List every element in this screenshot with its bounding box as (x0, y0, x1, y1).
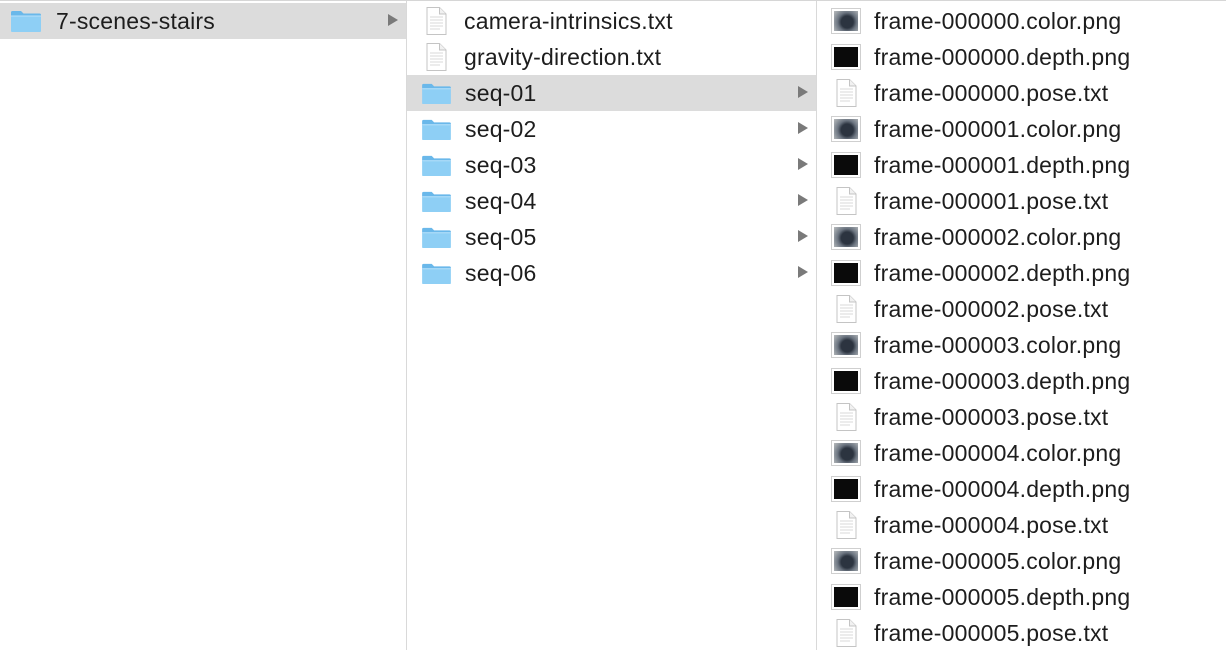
item-label: frame-000002.depth.png (874, 259, 1131, 286)
folder-row[interactable]: seq-06 (407, 255, 816, 291)
color-image-thumbnail-icon (831, 332, 861, 358)
color-image-thumbnail-icon (831, 224, 861, 250)
text-file-icon (831, 618, 861, 648)
file-row[interactable]: frame-000004.depth.png (817, 471, 1226, 507)
item-label: frame-000001.depth.png (874, 151, 1131, 178)
depth-image-thumbnail-icon (831, 260, 861, 286)
folder-icon (421, 82, 452, 105)
text-file-icon (831, 510, 861, 540)
finder-column-browser: 7-scenes-stairs camera-intrinsics.txt gra… (0, 0, 1226, 650)
color-image-thumbnail-icon (831, 440, 861, 466)
item-label: seq-06 (465, 259, 537, 286)
chevron-right-icon[interactable] (798, 194, 808, 206)
text-file-icon (831, 186, 861, 216)
file-row[interactable]: gravity-direction.txt (407, 39, 816, 75)
file-row[interactable]: frame-000000.depth.png (817, 39, 1226, 75)
item-label: frame-000001.color.png (874, 115, 1122, 142)
file-row[interactable]: frame-000003.pose.txt (817, 399, 1226, 435)
column-2[interactable]: camera-intrinsics.txt gravity-direction.t… (407, 1, 816, 650)
item-label: camera-intrinsics.txt (464, 7, 673, 34)
chevron-right-icon[interactable] (798, 266, 808, 278)
item-label: frame-000004.color.png (874, 439, 1122, 466)
depth-image-thumbnail-icon (831, 152, 861, 178)
depth-image-thumbnail-icon (831, 368, 861, 394)
depth-image-thumbnail-icon (831, 44, 861, 70)
folder-row[interactable]: seq-02 (407, 111, 816, 147)
file-row[interactable]: frame-000002.color.png (817, 219, 1226, 255)
file-row[interactable]: frame-000002.depth.png (817, 255, 1226, 291)
folder-icon (421, 118, 452, 141)
item-label: frame-000005.pose.txt (874, 619, 1109, 646)
folder-icon (421, 226, 452, 249)
item-label: frame-000004.pose.txt (874, 511, 1109, 538)
item-label: seq-02 (465, 115, 537, 142)
column-1[interactable]: 7-scenes-stairs (0, 1, 406, 650)
color-image-thumbnail-icon (831, 548, 861, 574)
item-label: frame-000002.pose.txt (874, 295, 1109, 322)
item-label: frame-000000.color.png (874, 7, 1122, 34)
text-file-icon (831, 294, 861, 324)
chevron-right-icon[interactable] (798, 86, 808, 98)
color-image-thumbnail-icon (831, 8, 861, 34)
file-row[interactable]: frame-000004.color.png (817, 435, 1226, 471)
folder-row[interactable]: seq-03 (407, 147, 816, 183)
text-file-icon (421, 42, 451, 72)
folder-icon (421, 262, 452, 285)
file-row[interactable]: frame-000005.pose.txt (817, 615, 1226, 650)
depth-image-thumbnail-icon (831, 476, 861, 502)
folder-icon (421, 190, 452, 213)
folder-row[interactable]: seq-04 (407, 183, 816, 219)
file-row[interactable]: frame-000003.color.png (817, 327, 1226, 363)
folder-row[interactable]: seq-05 (407, 219, 816, 255)
item-label: frame-000000.depth.png (874, 43, 1131, 70)
item-label: frame-000005.depth.png (874, 583, 1131, 610)
file-row[interactable]: frame-000005.depth.png (817, 579, 1226, 615)
file-row[interactable]: frame-000005.color.png (817, 543, 1226, 579)
file-row[interactable]: frame-000000.color.png (817, 3, 1226, 39)
item-label: gravity-direction.txt (464, 43, 662, 70)
text-file-icon (421, 6, 451, 36)
chevron-right-icon[interactable] (388, 14, 398, 26)
folder-row[interactable]: seq-01 (407, 75, 816, 111)
file-row[interactable]: frame-000001.pose.txt (817, 183, 1226, 219)
item-label: frame-000003.depth.png (874, 367, 1131, 394)
item-label: frame-000001.pose.txt (874, 187, 1109, 214)
color-image-thumbnail-icon (831, 116, 861, 142)
file-row[interactable]: frame-000002.pose.txt (817, 291, 1226, 327)
item-label: frame-000003.color.png (874, 331, 1122, 358)
folder-icon (10, 9, 42, 33)
item-label: frame-000005.color.png (874, 547, 1122, 574)
item-label: frame-000004.depth.png (874, 475, 1131, 502)
item-label: frame-000002.color.png (874, 223, 1122, 250)
folder-row[interactable]: 7-scenes-stairs (0, 3, 406, 39)
item-label: seq-03 (465, 151, 537, 178)
chevron-right-icon[interactable] (798, 230, 808, 242)
depth-image-thumbnail-icon (831, 584, 861, 610)
file-row[interactable]: frame-000000.pose.txt (817, 75, 1226, 111)
file-row[interactable]: frame-000001.color.png (817, 111, 1226, 147)
item-label: frame-000003.pose.txt (874, 403, 1109, 430)
file-row[interactable]: frame-000001.depth.png (817, 147, 1226, 183)
item-label: seq-04 (465, 187, 537, 214)
column-3[interactable]: frame-000000.color.png frame-000000.depth… (817, 1, 1226, 650)
file-row[interactable]: frame-000004.pose.txt (817, 507, 1226, 543)
chevron-right-icon[interactable] (798, 158, 808, 170)
file-row[interactable]: frame-000003.depth.png (817, 363, 1226, 399)
folder-icon (421, 154, 452, 177)
text-file-icon (831, 78, 861, 108)
item-label: frame-000000.pose.txt (874, 79, 1109, 106)
text-file-icon (831, 402, 861, 432)
item-label: seq-05 (465, 223, 537, 250)
file-row[interactable]: camera-intrinsics.txt (407, 3, 816, 39)
item-label: 7-scenes-stairs (56, 7, 215, 34)
item-label: seq-01 (465, 79, 537, 106)
chevron-right-icon[interactable] (798, 122, 808, 134)
